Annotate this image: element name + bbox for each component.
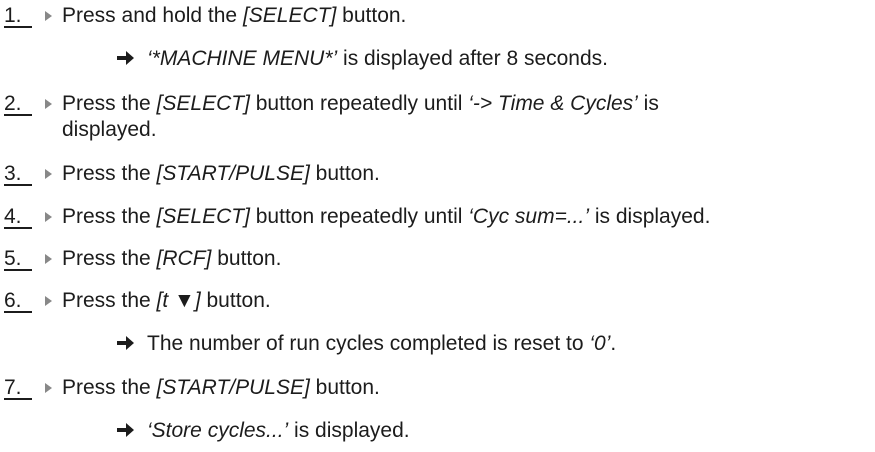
step-text: Press the [t ▼] button. <box>62 287 271 314</box>
step-number: 4. <box>4 203 34 230</box>
display-message: ‘0’ <box>589 332 611 355</box>
step-number-label: 2. <box>4 92 22 115</box>
text-segment: button. <box>309 376 380 399</box>
button-reference: [t ▼] <box>156 289 201 312</box>
text-segment: . <box>610 332 617 355</box>
step-number-label: 3. <box>4 162 22 185</box>
step-text: Press the [SELECT] button repeatedly unt… <box>62 90 659 117</box>
triangle-right-icon <box>45 254 52 264</box>
step-number-underline <box>4 398 32 400</box>
step-number-underline <box>4 269 32 271</box>
button-reference: [START/PULSE] <box>156 162 310 185</box>
text-segment: button. <box>336 4 407 27</box>
text-segment: Press and hold the <box>62 4 243 27</box>
text-segment: is displayed after 8 seconds. <box>337 47 609 70</box>
text-segment: is <box>637 92 659 115</box>
step-number-underline <box>4 311 32 313</box>
button-reference: [SELECT] <box>156 92 250 115</box>
step-number: 7. <box>4 374 34 401</box>
step-text: Press the [START/PULSE] button. <box>62 374 380 401</box>
triangle-right-icon <box>45 212 52 222</box>
triangle-right-icon <box>45 99 52 109</box>
triangle-right-icon <box>45 383 52 393</box>
display-message: ‘*MACHINE MENU*’ <box>147 47 338 70</box>
result-text: ‘Store cycles...’ is displayed. <box>147 417 410 444</box>
display-message: ‘-> Time & Cycles’ <box>468 92 638 115</box>
step-text-continuation: displayed. <box>62 118 157 141</box>
button-reference: [START/PULSE] <box>156 376 310 399</box>
text-segment: Press the <box>62 247 157 270</box>
button-reference: [SELECT] <box>242 4 337 27</box>
display-message: ‘Store cycles...’ <box>147 419 289 442</box>
text-segment: button repeatedly until <box>249 205 469 228</box>
step-number: 6. <box>4 287 34 314</box>
step-number-underline <box>4 227 32 229</box>
step-number-underline <box>4 184 32 186</box>
text-segment: is displayed. <box>288 419 410 442</box>
text-segment: button. <box>211 247 282 270</box>
triangle-right-icon <box>45 169 52 179</box>
result-text: ‘*MACHINE MENU*’ is displayed after 8 se… <box>147 45 608 72</box>
result-text: The number of run cycles completed is re… <box>147 330 616 357</box>
text-segment: button repeatedly until <box>249 92 469 115</box>
step-number-label: 1. <box>4 4 22 27</box>
text-segment: button. <box>200 289 271 312</box>
step-text: Press the [START/PULSE] button. <box>62 160 380 187</box>
text-segment: Press the <box>62 289 157 312</box>
step-number-label: 5. <box>4 247 22 270</box>
step-text: Press and hold the [SELECT] button. <box>62 2 406 29</box>
button-reference: [SELECT] <box>156 205 250 228</box>
step-number-label: 4. <box>4 205 22 228</box>
arrow-right-icon <box>117 51 134 65</box>
arrow-right-icon <box>117 336 134 350</box>
button-reference: [RCF] <box>156 247 212 270</box>
text-segment: Press the <box>62 376 157 399</box>
step-text: Press the [RCF] button. <box>62 245 281 272</box>
triangle-right-icon <box>45 11 52 21</box>
text-segment: Press the <box>62 162 157 185</box>
display-message: ‘Cyc sum=...’ <box>468 205 590 228</box>
arrow-right-icon <box>117 423 134 437</box>
step-number-underline <box>4 114 32 116</box>
triangle-right-icon <box>45 296 52 306</box>
step-number: 3. <box>4 160 34 187</box>
step-number-label: 7. <box>4 376 22 399</box>
text-segment: Press the <box>62 205 157 228</box>
step-number: 2. <box>4 90 34 117</box>
text-segment: is displayed. <box>589 205 711 228</box>
step-number-label: 6. <box>4 289 22 312</box>
step-number: 5. <box>4 245 34 272</box>
text-segment: The number of run cycles completed is re… <box>147 332 590 355</box>
step-text: Press the [SELECT] button repeatedly unt… <box>62 203 710 230</box>
step-number-underline <box>4 26 32 28</box>
text-segment: Press the <box>62 92 157 115</box>
instruction-list: 1. Press and hold the [SELECT] button. ‘… <box>0 0 875 452</box>
step-number: 1. <box>4 2 34 29</box>
text-segment: button. <box>309 162 380 185</box>
